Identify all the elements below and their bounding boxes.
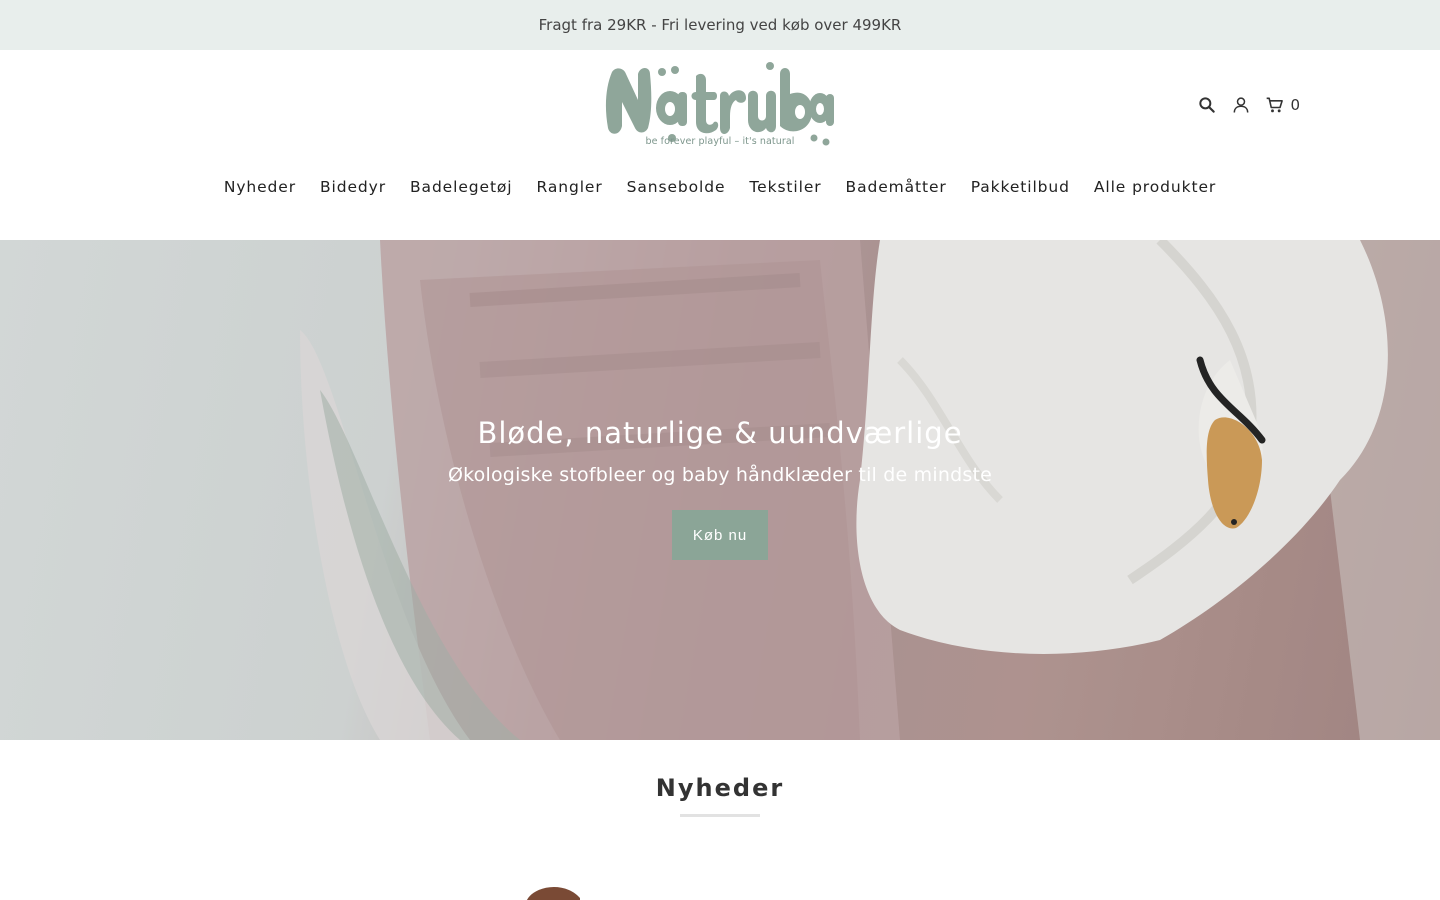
search-icon[interactable]	[1196, 94, 1218, 116]
nav-item-rangler[interactable]: Rangler	[537, 176, 603, 198]
logo[interactable]: be forever playful – it's natural	[600, 56, 840, 152]
nav-item-alle-produkter[interactable]: Alle produkter	[1094, 176, 1216, 198]
nav-item-bidedyr[interactable]: Bidedyr	[320, 176, 386, 198]
nav-item-sansebolde[interactable]: Sansebolde	[627, 176, 726, 198]
hero-overlay	[0, 240, 1440, 740]
cart-count: 0	[1290, 96, 1300, 114]
nav-item-badelegetoj[interactable]: Badelegetøj	[410, 176, 513, 198]
announcement-text: Fragt fra 29KR - Fri levering ved køb ov…	[538, 16, 902, 34]
hero-banner: Bløde, naturlige & uundværlige Økologisk…	[0, 240, 1440, 740]
nav-item-nyheder[interactable]: Nyheder	[224, 176, 296, 198]
nav-item-tekstiler[interactable]: Tekstiler	[749, 176, 821, 198]
section-divider	[680, 814, 760, 817]
cart-icon	[1264, 94, 1286, 116]
hero-title: Bløde, naturlige & uundværlige	[477, 416, 963, 450]
section-title: Nyheder	[655, 774, 785, 802]
site-header: be forever playful – it's natural 0 Nyhe…	[0, 50, 1440, 240]
header-icons: 0	[1196, 94, 1300, 116]
nav-item-pakketilbud[interactable]: Pakketilbud	[971, 176, 1070, 198]
logo-tagline: be forever playful – it's natural	[645, 136, 795, 147]
cart-button[interactable]: 0	[1264, 94, 1300, 116]
main-nav: Nyheder Bidedyr Badelegetøj Rangler Sans…	[0, 176, 1440, 198]
account-icon[interactable]	[1230, 94, 1252, 116]
nav-item-bademaatter[interactable]: Bademåtter	[846, 176, 947, 198]
announcement-bar: Fragt fra 29KR - Fri levering ved køb ov…	[0, 0, 1440, 50]
product-image[interactable]	[524, 880, 584, 900]
hero-subtitle: Økologiske stofbleer og baby håndklæder …	[448, 464, 992, 486]
shop-now-button[interactable]: Køb nu	[672, 510, 768, 560]
